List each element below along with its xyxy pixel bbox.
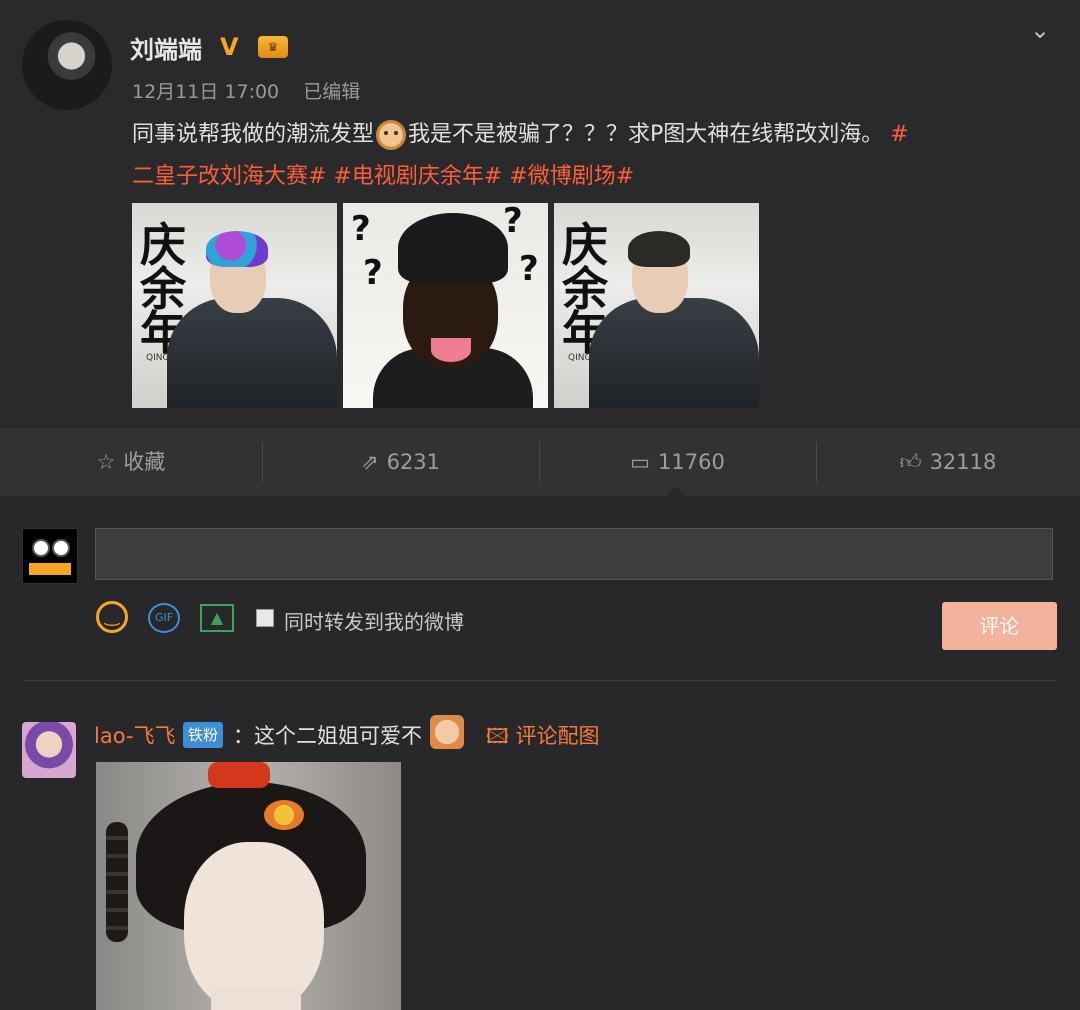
current-user-avatar[interactable] bbox=[22, 528, 78, 584]
post-image-3[interactable]: 庆余年 QING YU NIAN bbox=[554, 203, 759, 408]
share-icon: ⇗ bbox=[360, 450, 379, 474]
question-mark: ? bbox=[363, 253, 383, 293]
hashtag-start[interactable]: # bbox=[890, 122, 908, 147]
sync-label[interactable]: 同时转发到我的微博 bbox=[284, 606, 464, 635]
submit-comment-button[interactable]: 评论 bbox=[942, 602, 1057, 650]
commenter-name[interactable]: lao-飞飞 bbox=[94, 720, 176, 750]
hashtag-qingyunian[interactable]: #电视剧庆余年# bbox=[333, 164, 502, 189]
cap bbox=[398, 213, 508, 283]
question-mark: ? bbox=[351, 209, 371, 249]
comment-separator: ： bbox=[233, 724, 254, 748]
repost-button[interactable]: ⇗ 6231 bbox=[262, 428, 539, 496]
question-mark: ? bbox=[519, 249, 539, 289]
post-time[interactable]: 12月11日 17:00 bbox=[132, 81, 279, 103]
red-bow bbox=[208, 762, 270, 788]
sync-checkbox[interactable] bbox=[256, 609, 274, 627]
comment-body: 这个二姐姐可爱不 bbox=[254, 724, 422, 748]
comment-count: 11760 bbox=[658, 450, 725, 474]
post-image-1[interactable]: 庆余年 QING YU NIAN bbox=[132, 203, 337, 408]
emoji-icon[interactable]: ‿ bbox=[96, 601, 128, 633]
post-text-line1: 同事说帮我做的潮流发型 我是不是被骗了？？？求P图大神在线帮改刘海。 # bbox=[132, 116, 909, 150]
verified-icon: V bbox=[220, 33, 239, 61]
cat-emoji-icon bbox=[376, 120, 407, 150]
image-icon[interactable]: ▲ bbox=[200, 604, 234, 632]
neck bbox=[211, 987, 301, 1010]
picture-icon: 🖾︎ bbox=[486, 724, 516, 748]
avatar-eye bbox=[52, 539, 70, 557]
author-name[interactable]: 刘端端 bbox=[130, 30, 202, 65]
face-emoji-icon bbox=[430, 715, 464, 749]
vip-crown-icon: ♛ bbox=[258, 36, 288, 58]
commenter-avatar[interactable] bbox=[22, 722, 76, 778]
comment-input[interactable] bbox=[95, 528, 1053, 580]
colorful-hair bbox=[206, 231, 268, 267]
comment-image-link[interactable]: 🖾︎ 评论配图 bbox=[486, 720, 600, 757]
post-meta: 12月11日 17:00 已编辑 bbox=[132, 77, 378, 104]
caret-indicator bbox=[666, 486, 686, 496]
edited-label[interactable]: 已编辑 bbox=[303, 81, 360, 103]
post-text-part1: 同事说帮我做的潮流发型 bbox=[132, 122, 375, 147]
star-icon: ☆ bbox=[96, 450, 116, 474]
post-text-part2: 我是不是被骗了？？？求P图大神在线帮改刘海。 bbox=[408, 122, 884, 147]
avatar-label bbox=[29, 563, 71, 575]
thumbs-up-icon: 👍︎ bbox=[899, 450, 922, 474]
hashtag-weibo-theater[interactable]: #微博剧场# bbox=[509, 164, 634, 189]
comment-icon: ▭ bbox=[630, 450, 651, 474]
repost-count: 6231 bbox=[386, 450, 441, 474]
dark-hair bbox=[628, 231, 690, 267]
gif-icon[interactable]: GIF bbox=[148, 603, 180, 633]
comment-image-label: 评论配图 bbox=[515, 724, 600, 748]
chevron-down-icon[interactable]: ⌄ bbox=[1030, 16, 1050, 44]
author-avatar[interactable] bbox=[22, 20, 112, 110]
tongue bbox=[431, 338, 471, 362]
comment-text: ：这个二姐姐可爱不 bbox=[233, 720, 422, 750]
comment-image[interactable] bbox=[96, 762, 401, 1010]
avatar-eye bbox=[32, 539, 50, 557]
like-button[interactable]: 👍︎ 32118 bbox=[816, 428, 1080, 496]
figure-robe bbox=[589, 298, 759, 408]
question-mark: ? bbox=[503, 203, 523, 241]
braid bbox=[106, 822, 128, 942]
post-image-2[interactable]: ? ? ? ? bbox=[343, 203, 548, 408]
hashtag-liuhai[interactable]: 二皇子改刘海大赛# bbox=[132, 164, 326, 189]
post-text-line2: 二皇子改刘海大赛# #电视剧庆余年# #微博剧场# bbox=[132, 158, 634, 190]
like-count: 32118 bbox=[929, 450, 997, 474]
face bbox=[184, 842, 324, 1010]
fan-badge[interactable]: 铁粉 bbox=[183, 722, 224, 748]
favorite-button[interactable]: ☆ 收藏 bbox=[0, 428, 262, 496]
comment-divider bbox=[22, 680, 1057, 681]
figure-robe bbox=[167, 298, 337, 408]
hair-pin bbox=[264, 800, 304, 830]
favorite-label: 收藏 bbox=[123, 450, 166, 474]
